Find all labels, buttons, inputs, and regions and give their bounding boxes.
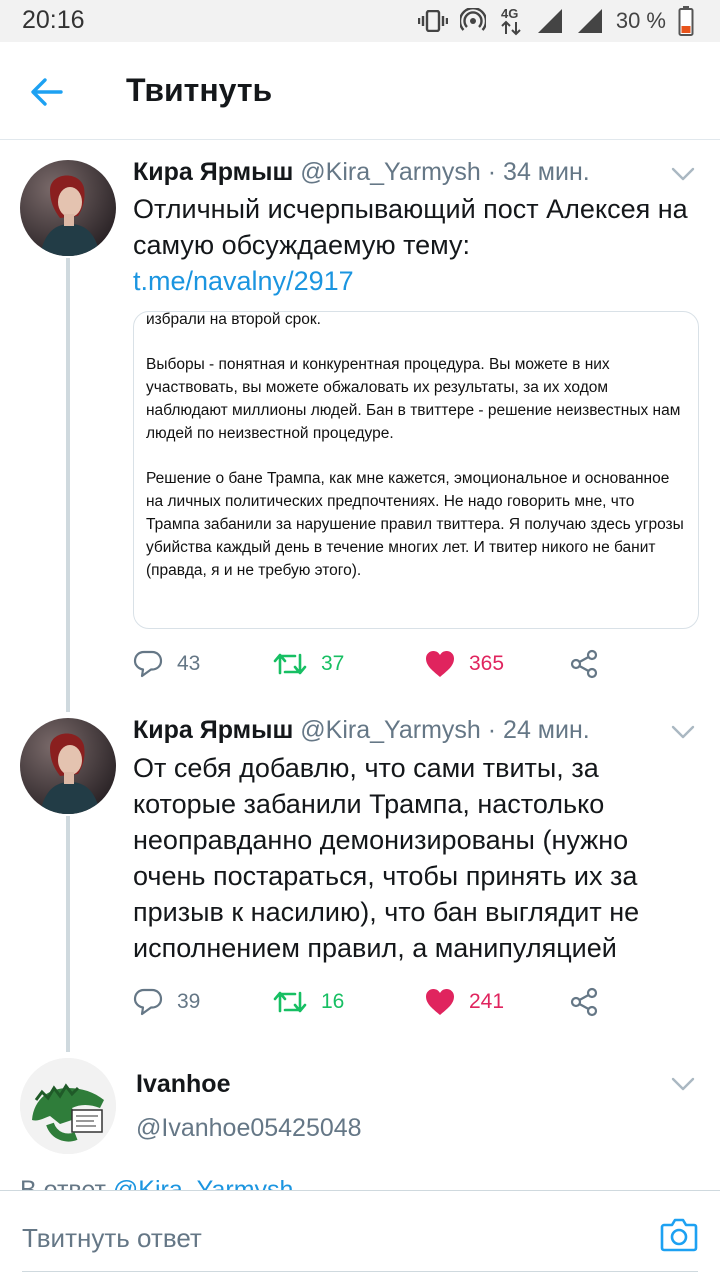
author-name[interactable]: Кира Ярмыш — [133, 716, 293, 744]
avatar[interactable] — [20, 718, 116, 814]
retweet-count: 16 — [321, 990, 345, 1013]
tweet-time: · 24 мин. — [487, 716, 590, 744]
tweet-actions: 43 37 365 — [133, 646, 693, 682]
tweet-text: Отличный исчерпывающий пост Алексея на с… — [133, 191, 693, 299]
thread-line — [66, 816, 70, 1052]
heart-icon — [426, 651, 454, 677]
vibrate-icon — [417, 10, 448, 32]
chevron-down-icon[interactable] — [670, 722, 696, 742]
like-button[interactable]: 365 — [425, 646, 504, 682]
arrow-left-icon[interactable] — [26, 72, 66, 112]
retweet-button[interactable]: 37 — [273, 646, 344, 682]
battery-percent: 30 % — [615, 8, 666, 33]
share-icon — [570, 987, 598, 1017]
retweet-button[interactable]: 16 — [273, 984, 344, 1020]
reply-mention[interactable]: @Kira_Yarmysh — [113, 1176, 294, 1190]
reply-context-prefix: В ответ — [20, 1176, 113, 1190]
author-handle[interactable]: @Ivanhoe05425048 — [136, 1114, 362, 1143]
attached-image[interactable]: избрали на второй срок. Выборы - понятна… — [133, 311, 699, 629]
network-4g-icon: 4G — [501, 6, 521, 36]
thread-line — [66, 258, 70, 712]
top-app-bar: Твитнуть — [0, 42, 720, 140]
author-handle[interactable]: @Kira_Yarmysh — [300, 158, 481, 186]
tweet-time: · 34 мин. — [487, 158, 590, 186]
avatar[interactable] — [20, 160, 116, 256]
camera-icon[interactable] — [660, 1217, 698, 1253]
compose-input[interactable]: Твитнуть ответ — [22, 1223, 202, 1254]
svg-text:4G: 4G — [501, 6, 518, 21]
tweet-text-body: Отличный исчерпывающий пост Алексея на с… — [133, 194, 688, 260]
author-handle[interactable]: @Kira_Yarmysh — [300, 716, 481, 744]
reply-context: В ответ @Kira_Yarmysh — [20, 1176, 293, 1190]
compose-bar: Твитнуть ответ — [0, 1190, 720, 1280]
reply-count: 43 — [177, 652, 201, 675]
like-count: 241 — [469, 990, 505, 1013]
reply-icon — [133, 988, 163, 1016]
tweet-text: От себя добавлю, что сами твиты, за кото… — [133, 753, 640, 963]
tweet-header: Кира Ярмыш @Kira_Yarmysh · 24 мин. — [133, 716, 590, 745]
like-count: 365 — [469, 652, 505, 675]
status-time: 20:16 — [22, 6, 85, 34]
reply-button[interactable]: 43 — [133, 646, 200, 682]
avatar[interactable] — [20, 1058, 116, 1154]
heart-icon — [426, 989, 454, 1015]
page-title: Твитнуть — [126, 72, 273, 108]
status-bar: 20:16 4G 30 % — [0, 0, 720, 42]
author-name[interactable]: Кира Ярмыш — [133, 158, 293, 186]
hotspot-icon — [459, 8, 486, 31]
reply-count: 39 — [177, 990, 201, 1013]
share-icon — [570, 649, 598, 679]
chevron-down-icon[interactable] — [670, 1074, 696, 1094]
author-name[interactable]: Ivanhoe — [136, 1070, 230, 1099]
image-text: избрали на второй срок. — [146, 311, 321, 328]
signal-icon-2 — [577, 9, 602, 33]
tweet-actions: 39 16 241 — [133, 984, 693, 1020]
image-text: Выборы - понятная и конкурентная процеду… — [146, 356, 681, 442]
retweet-count: 37 — [321, 652, 345, 675]
share-button[interactable] — [569, 984, 599, 1020]
chevron-down-icon[interactable] — [670, 164, 696, 184]
retweet-icon — [273, 991, 307, 1013]
share-button[interactable] — [569, 646, 599, 682]
image-text: Решение о бане Трампа, как мне кажется, … — [146, 470, 684, 579]
tweet-header: Кира Ярмыш @Kira_Yarmysh · 34 мин. — [133, 158, 590, 187]
like-button[interactable]: 241 — [425, 984, 504, 1020]
reply-icon — [133, 650, 163, 678]
tweet-link[interactable]: t.me/navalny/2917 — [133, 266, 354, 296]
reply-button[interactable]: 39 — [133, 984, 200, 1020]
battery-icon — [678, 6, 694, 36]
compose-underline — [22, 1271, 698, 1272]
signal-icon — [537, 9, 562, 33]
retweet-icon — [273, 653, 307, 675]
status-icons: 4G 30 % — [417, 4, 694, 38]
